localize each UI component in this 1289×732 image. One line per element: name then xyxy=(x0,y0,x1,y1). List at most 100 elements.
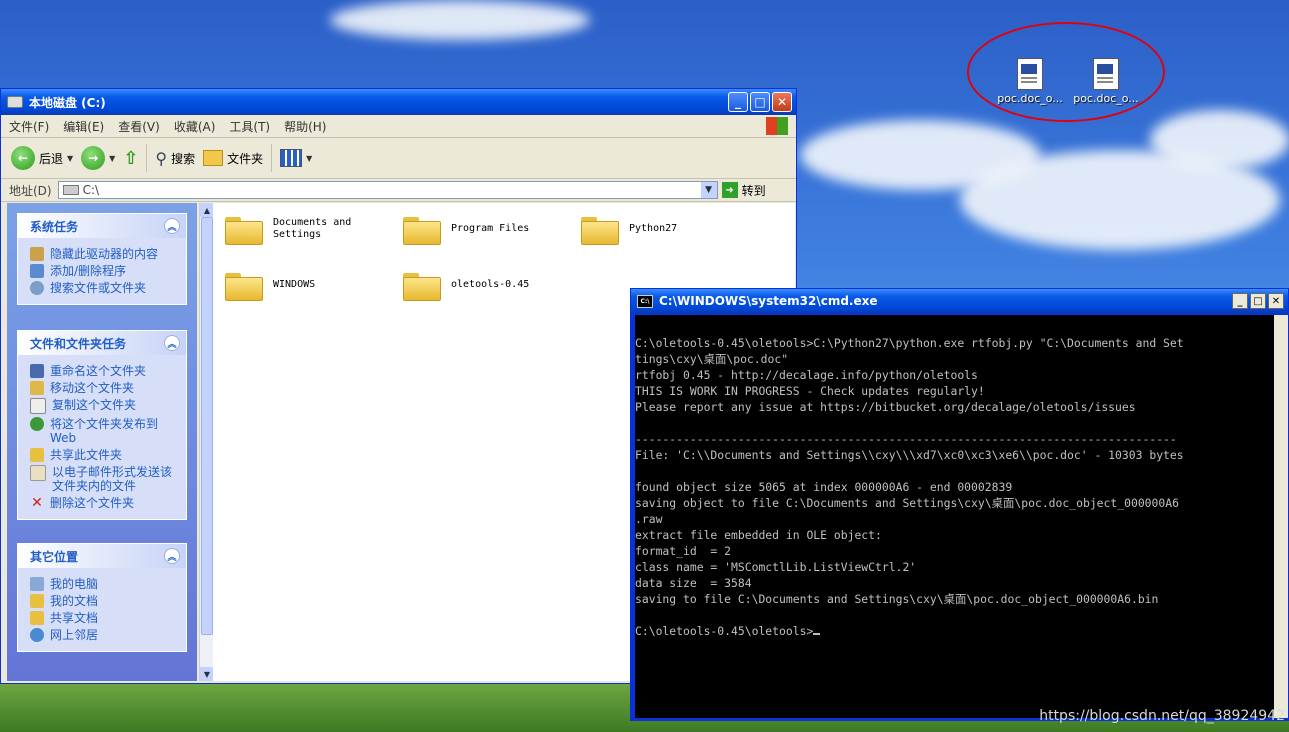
folder-item[interactable]: Program Files xyxy=(403,213,529,245)
other-places-header[interactable]: 其它位置 ︽ xyxy=(18,544,186,568)
text-cursor xyxy=(813,633,821,635)
task-search-files[interactable]: 搜索文件或文件夹 xyxy=(30,281,180,295)
views-button[interactable]: ▼ xyxy=(280,149,312,167)
address-dropdown-icon[interactable]: ▼ xyxy=(700,182,717,198)
address-input[interactable]: C:\ ▼ xyxy=(57,181,718,199)
menu-favorites[interactable]: 收藏(A) xyxy=(174,118,216,135)
search-label: 搜索 xyxy=(171,151,196,166)
back-button[interactable]: ← 后退 ▼ xyxy=(11,146,73,170)
task-copy-folder[interactable]: 复制这个文件夹 xyxy=(30,398,180,414)
task-label: 隐藏此驱动器的内容 xyxy=(50,247,159,261)
menu-view[interactable]: 查看(V) xyxy=(118,118,160,135)
cmd-scrollbar[interactable] xyxy=(1274,315,1288,718)
address-label: 地址(D) xyxy=(9,183,52,198)
folder-icon xyxy=(225,213,263,245)
task-rename-folder[interactable]: 重命名这个文件夹 xyxy=(30,364,180,378)
place-my-computer[interactable]: 我的电脑 xyxy=(30,577,180,591)
menu-edit[interactable]: 编辑(E) xyxy=(63,118,104,135)
forward-arrow-icon: → xyxy=(81,146,106,170)
place-my-documents[interactable]: 我的文档 xyxy=(30,594,180,608)
task-label: 搜索文件或文件夹 xyxy=(50,281,147,295)
task-share-folder[interactable]: 共享此文件夹 xyxy=(30,448,180,462)
task-pane-scrollbar[interactable]: ▲ ▼ xyxy=(199,203,214,681)
back-arrow-icon: ← xyxy=(11,146,35,170)
scroll-down-icon[interactable]: ▼ xyxy=(200,667,214,681)
menu-help[interactable]: 帮助(H) xyxy=(284,118,326,135)
task-label: 我的电脑 xyxy=(50,577,99,591)
task-publish-to-web[interactable]: 将这个文件夹发布到 Web xyxy=(30,417,180,445)
menu-tools[interactable]: 工具(T) xyxy=(229,118,270,135)
task-add-remove-programs[interactable]: 添加/删除程序 xyxy=(30,264,180,278)
go-button[interactable]: ➜ 转到 xyxy=(721,182,766,199)
search-button[interactable]: ⚲ 搜索 xyxy=(155,149,195,168)
windows-logo-icon xyxy=(766,117,788,135)
console-line: class name = 'MSComctlLib.ListViewCtrl.2… xyxy=(635,560,917,574)
maximize-button[interactable]: □ xyxy=(750,92,770,112)
console-line: C:\oletools-0.45\oletools> xyxy=(635,623,1275,639)
task-label: 删除这个文件夹 xyxy=(50,496,135,510)
console-output[interactable]: C:\oletools-0.45\oletools>C:\Python27\py… xyxy=(635,315,1275,718)
rename-icon xyxy=(30,364,44,378)
console-line: rtfobj 0.45 - http://decalage.info/pytho… xyxy=(635,368,978,382)
panel-title: 系统任务 xyxy=(30,219,79,234)
folders-button[interactable]: 文件夹 xyxy=(203,150,263,167)
maximize-button[interactable]: □ xyxy=(1250,293,1266,309)
console-line: Please report any issue at https://bitbu… xyxy=(635,400,1136,414)
task-hide-drive-contents[interactable]: 隐藏此驱动器的内容 xyxy=(30,247,180,261)
shared-folder-icon xyxy=(30,611,44,625)
documents-folder-icon xyxy=(30,594,44,608)
collapse-icon[interactable]: ︽ xyxy=(164,548,180,564)
views-icon xyxy=(280,149,303,167)
other-places-panel: 其它位置 ︽ 我的电脑 我的文档 共享文档 网上邻居 xyxy=(17,543,187,652)
console-line: .raw xyxy=(635,512,663,526)
close-button[interactable]: ✕ xyxy=(1268,293,1284,309)
up-button[interactable]: ⇧ xyxy=(123,148,138,169)
watermark: https://blog.csdn.net/qq_38924942 xyxy=(1039,708,1285,724)
minimize-button[interactable]: _ xyxy=(728,92,748,112)
task-move-folder[interactable]: 移动这个文件夹 xyxy=(30,381,180,395)
desktop-file-icon-1[interactable]: poc.doc_o... xyxy=(992,58,1068,105)
task-label: 共享文档 xyxy=(50,611,99,625)
folder-item[interactable]: Python27 xyxy=(581,213,677,245)
collapse-icon[interactable]: ︽ xyxy=(164,335,180,351)
desktop-icon-label: poc.doc_o... xyxy=(1073,92,1139,105)
console-line: tings\cxy\桌面\poc.doc" xyxy=(635,352,789,366)
explorer-titlebar[interactable]: 本地磁盘 (C:) _ □ ✕ xyxy=(1,89,796,115)
place-shared-documents[interactable]: 共享文档 xyxy=(30,611,180,625)
place-network[interactable]: 网上邻居 xyxy=(30,628,180,642)
drive-icon xyxy=(7,96,23,108)
minimize-button[interactable]: _ xyxy=(1232,293,1248,309)
collapse-icon[interactable]: ︽ xyxy=(164,218,180,234)
menu-file[interactable]: 文件(F) xyxy=(9,118,49,135)
desktop-file-icon-2[interactable]: poc.doc_o... xyxy=(1068,58,1144,105)
folder-item[interactable]: Documents and Settings xyxy=(225,213,373,245)
cloud xyxy=(330,0,590,40)
chevron-down-icon: ▼ xyxy=(306,153,313,163)
task-label: 移动这个文件夹 xyxy=(50,381,135,395)
go-label: 转到 xyxy=(741,183,766,198)
console-line: data size = 3584 xyxy=(635,576,752,590)
up-folder-icon: ⇧ xyxy=(123,147,139,169)
task-delete-folder[interactable]: ✕ 删除这个文件夹 xyxy=(30,496,180,510)
folder-item[interactable]: oletools-0.45 xyxy=(403,269,529,301)
forward-button[interactable]: → ▼ xyxy=(81,146,115,170)
task-email-files[interactable]: 以电子邮件形式发送该文件夹内的文件 xyxy=(30,465,180,493)
folder-icon xyxy=(403,213,441,245)
scroll-up-icon[interactable]: ▲ xyxy=(200,203,214,217)
chevron-down-icon[interactable]: ▼ xyxy=(109,154,115,163)
folder-item[interactable]: WINDOWS xyxy=(225,269,315,301)
chevron-down-icon[interactable]: ▼ xyxy=(67,154,73,163)
network-icon xyxy=(30,628,44,642)
folders-label: 文件夹 xyxy=(227,151,264,166)
system-tasks-header[interactable]: 系统任务 ︽ xyxy=(18,214,186,238)
cmd-titlebar[interactable]: C:\ C:\WINDOWS\system32\cmd.exe _ □ ✕ xyxy=(631,289,1288,313)
menu-bar: 文件(F) 编辑(E) 查看(V) 收藏(A) 工具(T) 帮助(H) xyxy=(1,115,796,138)
scrollbar-thumb[interactable] xyxy=(201,217,213,635)
close-button[interactable]: ✕ xyxy=(772,92,792,112)
cmd-icon: C:\ xyxy=(637,294,653,308)
console-line: THIS IS WORK IN PROGRESS - Check updates… xyxy=(635,384,985,398)
file-tasks-header[interactable]: 文件和文件夹任务 ︽ xyxy=(18,331,186,355)
folder-icon xyxy=(581,213,619,245)
folder-name: oletools-0.45 xyxy=(451,279,530,290)
